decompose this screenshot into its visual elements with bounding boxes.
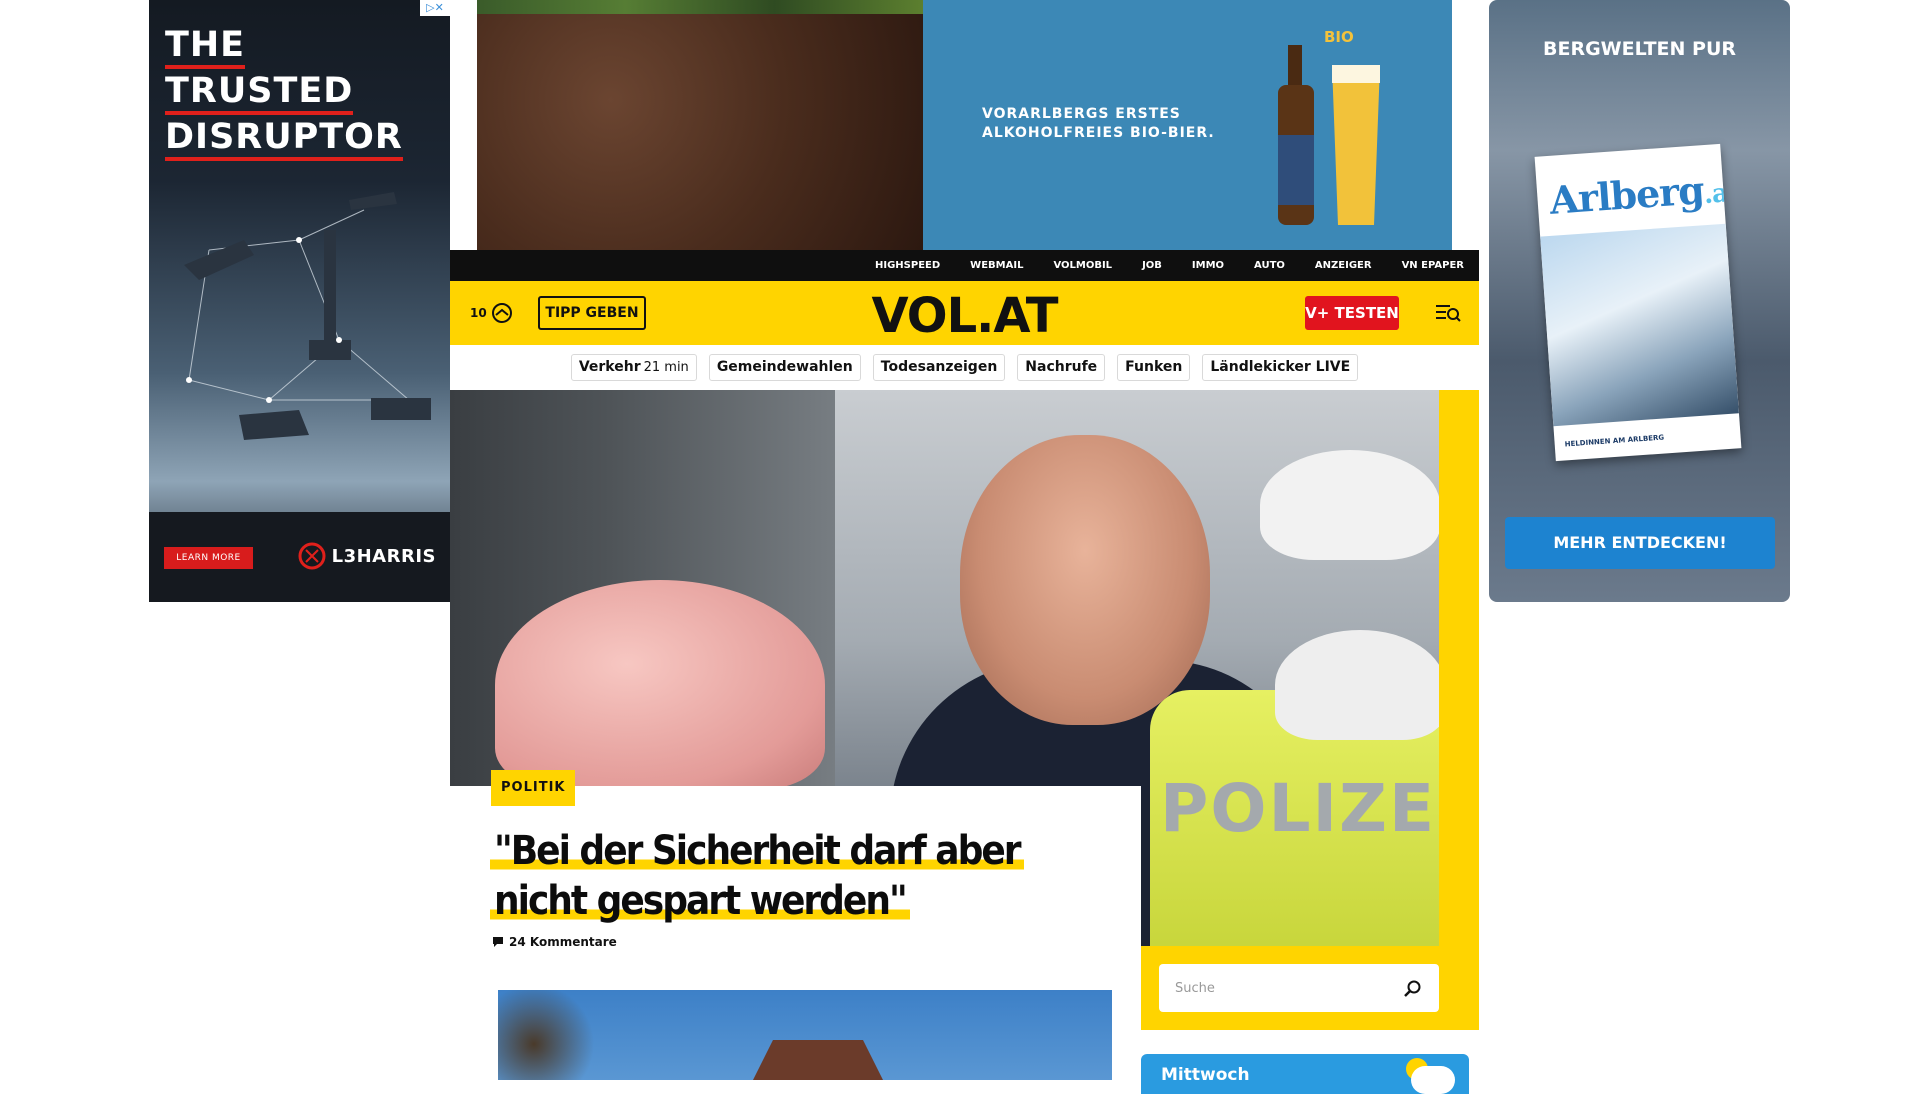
- service-nav-item[interactable]: ANZEIGER: [1300, 260, 1387, 271]
- service-nav-item[interactable]: IMMO: [1177, 260, 1239, 271]
- speedometer-icon: [491, 303, 512, 323]
- search-panel: [1141, 946, 1479, 1030]
- ad-left-headline: THE TRUSTED DISRUPTOR: [165, 22, 435, 161]
- service-nav-item[interactable]: VN EPAPER: [1387, 260, 1479, 271]
- site-header: 10 TIPP GEBEN VOL.AT V+ TESTEN: [450, 281, 1479, 345]
- learn-more-button[interactable]: LEARN MORE: [164, 547, 253, 569]
- notification-count: 10: [470, 306, 487, 320]
- arlberg-magazine-cover: Arlberg.at HELDINNEN AM ARLBERG: [1534, 143, 1742, 462]
- polizei-vest-text: POLIZE: [1160, 770, 1437, 847]
- ad-top-soil-image: [477, 0, 923, 250]
- adchoices-icon[interactable]: ▷✕: [420, 0, 450, 16]
- chip-sub: 21 min: [643, 360, 689, 375]
- ad-left-skyscraper[interactable]: ▷✕ THE TRUSTED DISRUPTOR LEARN MORE L3HA…: [149, 0, 450, 602]
- chip-verkehr[interactable]: Verkehr 21 min: [570, 354, 697, 381]
- search-input[interactable]: [1175, 978, 1385, 998]
- chip-label: Verkehr: [578, 359, 641, 375]
- piggy-bank-image: [495, 580, 825, 790]
- house-roof: [743, 1040, 893, 1080]
- ad-top-copy-line: ALKOHOLFREIES BIO-BIER.: [982, 125, 1215, 141]
- ad-left-headline-line: DISRUPTOR: [165, 117, 403, 161]
- weather-widget[interactable]: Mittwoch: [1141, 1054, 1469, 1094]
- tipp-geben-button[interactable]: TIPP GEBEN: [538, 296, 646, 330]
- mehr-entdecken-button[interactable]: MEHR ENTDECKEN!: [1505, 517, 1775, 569]
- chip-gemeindewahlen[interactable]: Gemeindewahlen: [708, 354, 861, 381]
- l3harris-brand-text: L3HARRIS: [331, 545, 436, 567]
- topic-chips-bar: Verkehr 21 min Gemeindewahlen Todesanzeig…: [450, 345, 1479, 390]
- ad-right-title: BERGWELTEN PUR: [1542, 38, 1737, 60]
- ad-top-grass: [477, 0, 923, 14]
- comment-icon: [493, 937, 503, 947]
- ad-right-skyscraper[interactable]: BERGWELTEN PUR Arlberg.at HELDINNEN AM A…: [1489, 0, 1790, 602]
- ad-left-footer: LEARN MORE L3HARRIS: [149, 512, 450, 602]
- service-nav-item[interactable]: WEBMAIL: [955, 260, 1038, 271]
- chip-laendlekicker-live[interactable]: Ländlekicker LIVE: [1202, 354, 1359, 381]
- ad-left-headline-line: TRUSTED: [165, 71, 354, 115]
- ad-left-headline-line: THE: [165, 25, 246, 69]
- category-badge[interactable]: POLITIK: [491, 770, 576, 806]
- l3harris-logo: L3HARRIS: [298, 542, 436, 570]
- service-nav-item[interactable]: VOLMOBIL: [1038, 260, 1127, 271]
- comments-link[interactable]: 24 Kommentare: [492, 935, 617, 949]
- beer-bottle-glass-image: [1278, 45, 1380, 225]
- ad-top-copy: VORARLBERGS ERSTES ALKOHOLFREIES BIO-BIE…: [982, 105, 1215, 143]
- magazine-title-text: Arlberg: [1548, 167, 1706, 223]
- ad-top-bio-label: BIO: [1324, 28, 1354, 46]
- service-nav-item[interactable]: AUTO: [1239, 260, 1300, 271]
- ad-left-military-illustration: [184, 192, 431, 440]
- lead-article[interactable]: POLITIK "Bei der Sicherheit darf aber ni…: [450, 770, 1141, 986]
- comments-count: 24 Kommentare: [509, 935, 617, 949]
- ad-top-copy-line: VORARLBERGS ERSTES: [982, 106, 1181, 122]
- weather-day: Mittwoch: [1161, 1065, 1250, 1085]
- notification-counter[interactable]: 10: [470, 302, 513, 324]
- chip-funken[interactable]: Funken: [1117, 354, 1191, 381]
- chip-nachrufe[interactable]: Nachrufe: [1017, 354, 1106, 381]
- magazine-caption: HELDINNEN AM ARLBERG: [1564, 433, 1665, 449]
- magazine-title-suffix: .at: [1702, 177, 1740, 211]
- second-article-image[interactable]: [498, 990, 1112, 1080]
- yellow-side-strip: [1439, 390, 1479, 946]
- police-cap: [1260, 450, 1439, 560]
- article-headline-text: "Bei der Sicherheit darf aber nicht gesp…: [490, 828, 1024, 924]
- l3harris-logo-icon: [298, 542, 326, 570]
- cloud-icon: [1411, 1066, 1455, 1094]
- man-face: [960, 435, 1210, 725]
- police-cap: [1275, 630, 1439, 740]
- service-nav-item[interactable]: HIGHSPEED: [860, 260, 955, 271]
- v-plus-testen-button[interactable]: V+ TESTEN: [1305, 296, 1399, 330]
- menu-search-icon[interactable]: [1435, 301, 1461, 325]
- search-icon[interactable]: [1403, 979, 1423, 999]
- magazine-mountain-photo: [1540, 223, 1739, 427]
- article-headline[interactable]: "Bei der Sicherheit darf aber nicht gesp…: [490, 826, 1090, 926]
- ad-top-banner[interactable]: VORARLBERGS ERSTES ALKOHOLFREIES BIO-BIE…: [477, 0, 1452, 250]
- search-box: [1159, 964, 1439, 1012]
- service-nav-item[interactable]: JOB: [1127, 260, 1177, 271]
- magazine-title: Arlberg.at: [1548, 165, 1740, 223]
- service-nav: HIGHSPEED WEBMAIL VOLMOBIL JOB IMMO AUTO…: [450, 250, 1479, 281]
- tree-branches: [498, 990, 618, 1080]
- chip-todesanzeigen[interactable]: Todesanzeigen: [872, 354, 1006, 381]
